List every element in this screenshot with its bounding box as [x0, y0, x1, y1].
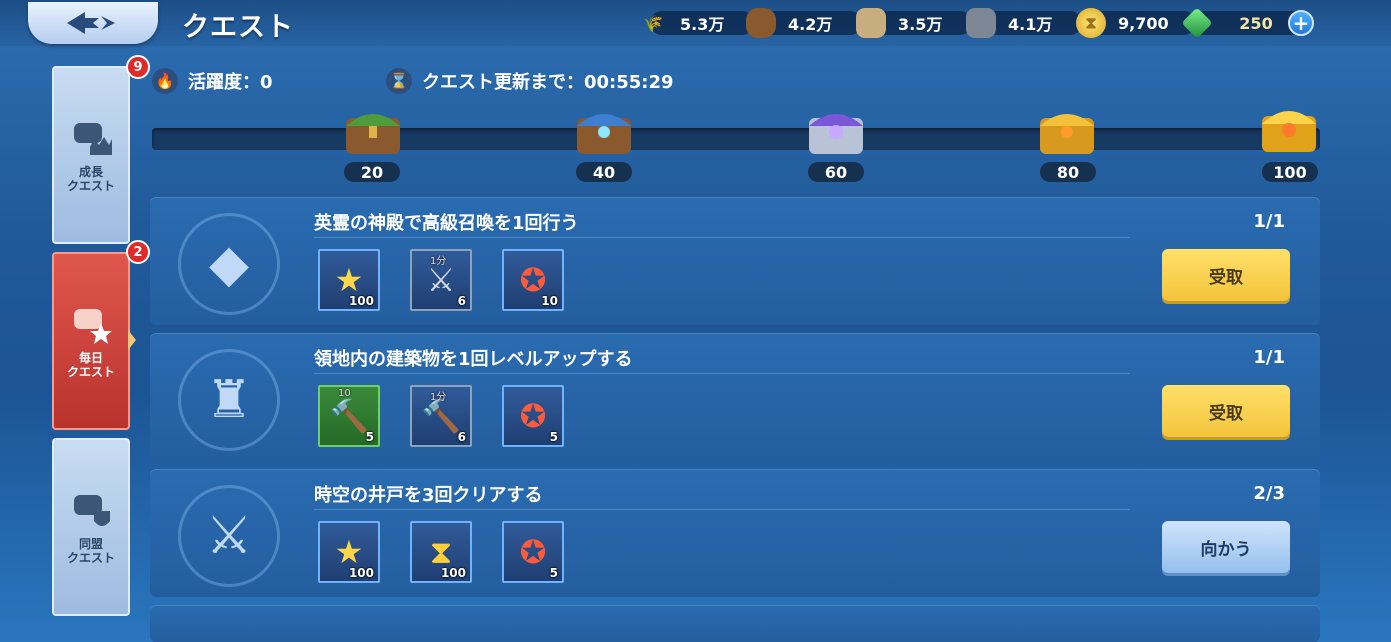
page-title: クエスト	[182, 12, 294, 43]
reward-count: 100	[348, 566, 374, 580]
resource-iron: 4.1万	[966, 8, 1082, 38]
milestone-20-label: 20	[344, 162, 400, 182]
chest-purple-icon[interactable]	[805, 104, 867, 158]
star-medal-icon[interactable]: ✪ 10	[502, 249, 564, 311]
milestone-100-label: 100	[1262, 162, 1318, 182]
chest-gold-icon[interactable]	[1036, 104, 1098, 158]
milestone-60-label: 60	[808, 162, 864, 182]
scroll-star-icon	[74, 309, 112, 344]
hammer-speedup-icon[interactable]: 🔨 1分 6	[410, 385, 472, 447]
reward-count: 100	[440, 566, 466, 580]
quest-progress: 1/1	[1253, 211, 1285, 232]
star-medal-icon[interactable]: ✪ 5	[502, 521, 564, 583]
milestone-40-label: 40	[576, 162, 632, 182]
tab-daily-quest[interactable]: 毎日 クエスト	[52, 252, 130, 430]
reward-count: 5	[549, 566, 558, 580]
reward-count: 6	[457, 294, 466, 308]
active-tab-indicator	[128, 330, 136, 350]
notification-badge: 2	[126, 240, 150, 264]
chest-green-icon[interactable]	[342, 104, 404, 158]
reward-count: 100	[348, 294, 374, 308]
chest-gold-large-icon[interactable]	[1258, 102, 1320, 156]
add-gems-button[interactable]: +	[1288, 10, 1314, 36]
refresh-timer: クエスト更新まで：00:55:29	[422, 72, 674, 93]
quest-title: 英霊の神殿で高級召喚を1回行う	[314, 213, 579, 234]
star-medal-icon[interactable]: ✪ 5	[502, 385, 564, 447]
stone-icon	[856, 8, 886, 38]
reward-count: 5	[365, 430, 374, 444]
shield-star-icon[interactable]: ★ 100	[318, 249, 380, 311]
quest-card: ♜ 領地内の建築物を1回レベルアップする 1/1 🔨 10 5 🔨 1分 6 ✪ 5 受取	[150, 333, 1320, 461]
activity-progress-track	[152, 128, 1320, 150]
claim-button[interactable]: 受取	[1162, 385, 1290, 437]
back-button[interactable]	[28, 2, 158, 44]
quest-progress: 2/3	[1253, 483, 1285, 504]
scroll-shield-icon	[74, 495, 110, 526]
shield-star-icon[interactable]: ★ 100	[318, 521, 380, 583]
tab-growth-quest-label: 成長 クエスト	[66, 165, 115, 193]
wheat-icon: 🌾	[643, 13, 663, 33]
crystal-crown-icon: ◆	[178, 213, 280, 315]
castle-upgrade-icon: ♜	[178, 349, 280, 451]
quest-card-partial	[150, 605, 1320, 642]
flame-icon: 🔥	[152, 68, 178, 94]
quest-card: ⚔ 時空の井戸を3回クリアする 2/3 ★ 100 ⧗ 100 ✪ 5 向かう	[150, 469, 1320, 597]
iron-ore-icon	[966, 8, 996, 38]
reward-tag: 1分	[430, 392, 447, 403]
quest-card: ◆ 英霊の神殿で高級召喚を1回行う 1/1 ★ 100 ⚔ 1分 6 ✪ 10 受取	[150, 197, 1320, 325]
reward-count: 5	[549, 430, 558, 444]
claim-button[interactable]: 受取	[1162, 249, 1290, 301]
tab-growth-quest[interactable]: 成長 クエスト	[52, 66, 130, 244]
activity-points: 活躍度：0	[188, 72, 273, 93]
chest-blue-icon[interactable]	[573, 104, 635, 158]
resource-gold: ⧗ 9,700	[1076, 8, 1196, 38]
scroll-crown-icon	[74, 123, 112, 155]
sword-speedup-icon[interactable]: ⚔ 1分 6	[410, 249, 472, 311]
divider	[314, 237, 1130, 238]
resource-wheat: 🌾 5.3万	[638, 10, 754, 36]
reward-count: 10	[541, 294, 558, 308]
reward-tag: 10	[338, 388, 351, 399]
reward-count: 6	[457, 430, 466, 444]
divider	[314, 509, 1130, 510]
quest-progress: 1/1	[1253, 347, 1285, 368]
hammer-scroll-icon[interactable]: 🔨 10 5	[318, 385, 380, 447]
notification-badge: 9	[126, 55, 150, 79]
hourglass-coin-icon[interactable]: ⧗ 100	[410, 521, 472, 583]
back-arrow-icon	[67, 12, 115, 34]
hourglass-icon: ⌛	[386, 68, 412, 94]
go-button[interactable]: 向かう	[1162, 521, 1290, 573]
gold-coin-icon: ⧗	[1076, 8, 1106, 38]
reward-tag: 1分	[430, 256, 447, 267]
quest-title: 時空の井戸を3回クリアする	[314, 485, 543, 506]
resource-gem: 250 +	[1181, 7, 1314, 39]
resource-wood: 4.2万	[746, 8, 862, 38]
activity-info: 🔥 活躍度：0	[152, 68, 273, 94]
quest-title: 領地内の建築物を1回レベルアップする	[314, 349, 633, 370]
refresh-info: ⌛ クエスト更新まで：00:55:29	[386, 68, 674, 94]
tab-alliance-quest[interactable]: 同盟 クエスト	[52, 438, 130, 616]
tab-daily-quest-label: 毎日 クエスト	[66, 351, 115, 379]
resource-stone: 3.5万	[856, 8, 972, 38]
wood-log-icon	[746, 8, 776, 38]
banner-swords-icon: ⚔	[178, 485, 280, 587]
milestone-80-label: 80	[1040, 162, 1096, 182]
divider	[314, 373, 1130, 374]
tab-alliance-quest-label: 同盟 クエスト	[66, 537, 115, 565]
